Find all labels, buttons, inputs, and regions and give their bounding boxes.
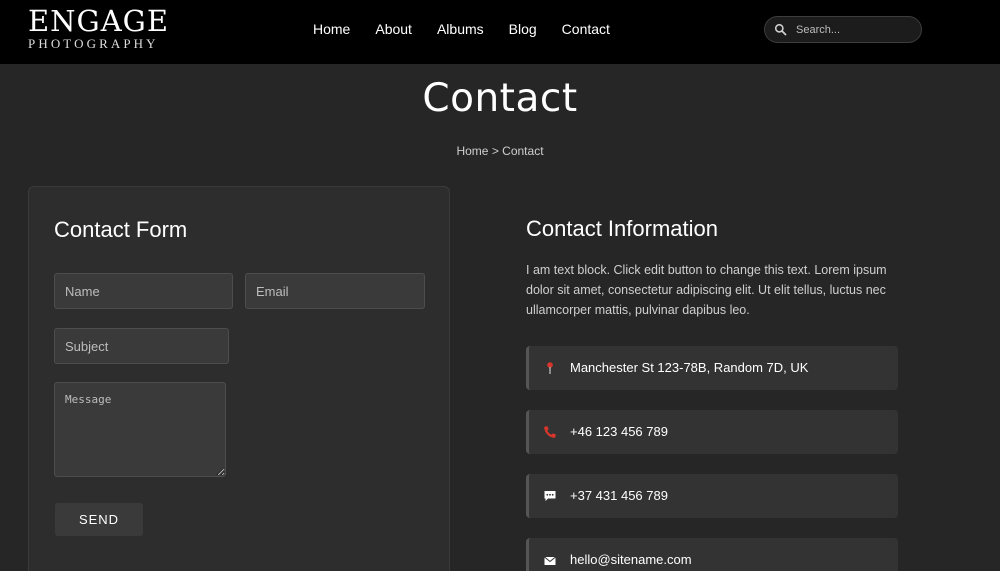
- info-item-email: hello@sitename.com: [526, 538, 898, 571]
- contact-info-text: I am text block. Click edit button to ch…: [526, 263, 887, 317]
- email-field[interactable]: [245, 273, 425, 309]
- subject-field[interactable]: [54, 328, 229, 364]
- search-input[interactable]: [796, 21, 914, 38]
- nav-contact[interactable]: Contact: [562, 21, 610, 37]
- phone-icon: [544, 426, 556, 438]
- info-item-phone: +46 123 456 789: [526, 410, 898, 454]
- send-button[interactable]: SEND: [55, 503, 143, 536]
- breadcrumb-current: Contact: [502, 144, 544, 158]
- search-box: [764, 16, 922, 43]
- phone-text: +46 123 456 789: [570, 424, 668, 439]
- info-item-address: Manchester St 123-78B, Random 7D, UK: [526, 346, 898, 390]
- breadcrumb-separator: >: [488, 144, 503, 158]
- search-icon[interactable]: [774, 23, 787, 36]
- site-header: ENGAGE PHOTOGRAPHY Home About Albums Blo…: [0, 0, 1000, 64]
- contact-info-title: Contact Information: [526, 216, 718, 241]
- info-item-chat: +37 431 456 789: [526, 474, 898, 518]
- main-nav: Home About Albums Blog Contact: [313, 21, 635, 37]
- nav-albums[interactable]: Albums: [437, 21, 484, 37]
- logo-tagline: PHOTOGRAPHY: [28, 36, 159, 51]
- message-field[interactable]: [54, 382, 226, 477]
- chat-icon: [544, 491, 556, 501]
- page-title: Contact: [422, 76, 578, 121]
- chat-text: +37 431 456 789: [570, 488, 668, 503]
- nav-blog[interactable]: Blog: [509, 21, 537, 37]
- email-text: hello@sitename.com: [570, 552, 692, 567]
- name-field[interactable]: [54, 273, 233, 309]
- nav-home[interactable]: Home: [313, 21, 350, 37]
- envelope-icon: [544, 556, 556, 565]
- contact-form-card: Contact Form SEND: [28, 186, 450, 571]
- contact-form-title: Contact Form: [54, 217, 188, 242]
- address-text: Manchester St 123-78B, Random 7D, UK: [570, 360, 809, 375]
- breadcrumb: Home > Contact: [0, 144, 1000, 158]
- nav-about[interactable]: About: [375, 21, 412, 37]
- breadcrumb-home[interactable]: Home: [456, 144, 488, 158]
- logo-name: ENGAGE: [28, 4, 169, 38]
- logo[interactable]: ENGAGE PHOTOGRAPHY: [28, 6, 169, 51]
- map-pin-icon: [547, 362, 553, 374]
